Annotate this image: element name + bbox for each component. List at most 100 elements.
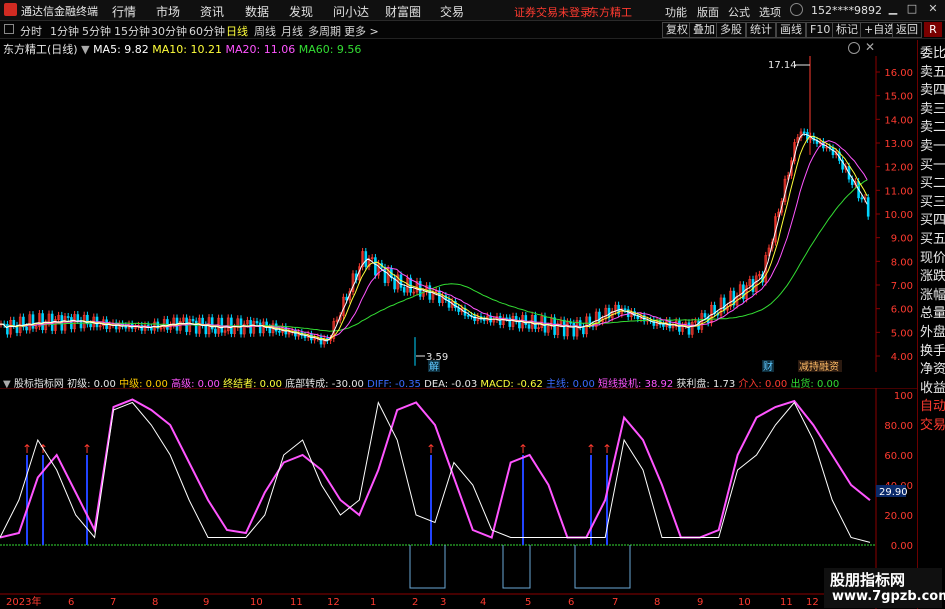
x-tick-17: 10 (738, 597, 751, 608)
gear-icon[interactable] (848, 42, 860, 54)
finance-marker[interactable]: 财 (763, 360, 773, 372)
panel-toggle-icon[interactable] (4, 24, 14, 34)
tab-1min[interactable]: 1分钟 (50, 23, 79, 39)
trade-login-warning[interactable]: 证券交易未登录 (514, 4, 591, 20)
sidebar-item-14[interactable]: 总量 (920, 306, 945, 322)
x-tick-16: 9 (697, 597, 703, 608)
sidebar-item-17[interactable]: 净资 (920, 362, 945, 378)
close-panel-icon[interactable]: ✕ (865, 40, 875, 54)
sidebar-item-4[interactable]: 卖二 (920, 120, 945, 136)
draw-line-button[interactable]: 画线 (776, 22, 806, 38)
tab-intraday[interactable]: 分时 (20, 23, 42, 39)
f10-button[interactable]: F10 (806, 22, 835, 38)
candle (76, 314, 80, 321)
candle (12, 320, 16, 326)
menu-function[interactable]: 功能 (665, 4, 687, 20)
unlock-marker[interactable]: 解 (429, 360, 439, 372)
signal-bar (42, 455, 44, 545)
signal-bar (86, 455, 88, 545)
indicator-chart[interactable]: 10080.0060.0040.0020.000.00 ↑↑↑↑↑↑↑ 29.9… (0, 388, 917, 609)
right-sidebar: 委比卖五卖四卖三卖二卖一买一买二买三买四买五现价涨跌涨幅总量外盘换手净资收益自动… (917, 40, 945, 609)
x-tick-15: 8 (654, 597, 660, 608)
back-button[interactable]: 返回 (892, 22, 922, 38)
r-badge[interactable]: R (924, 22, 942, 37)
sidebar-item-6[interactable]: 买一 (920, 158, 945, 174)
watermark-title: 股朋指标网 (830, 571, 906, 589)
sidebar-item-1[interactable]: 卖五 (920, 65, 945, 81)
x-tick-5: 10 (250, 597, 263, 608)
main-legend: 东方精工(日线) ▼ MA5: 9.82 MA10: 10.21 MA20: 1… (3, 41, 361, 57)
tab-weekly[interactable]: 周线 (254, 23, 276, 39)
period-toolbar: 分时 1分钟 5分钟 15分钟 30分钟 60分钟 日线 周线 月线 多周期 更… (0, 21, 945, 39)
sidebar-item-0[interactable]: 委比 (920, 46, 945, 62)
menu-wealth[interactable]: 财富圈 (385, 3, 421, 20)
candle (623, 308, 627, 311)
indicator-tick-4: 20.00 (884, 511, 913, 522)
sidebar-item-12[interactable]: 涨跌 (920, 269, 945, 285)
menu-data[interactable]: 数据 (245, 3, 269, 20)
mark-button[interactable]: 标记 (832, 22, 862, 38)
signal-bar (430, 455, 432, 545)
candle (278, 330, 281, 333)
tab-more[interactable]: 更多 > (344, 23, 379, 39)
sidebar-item-10[interactable]: 买五 (920, 232, 945, 248)
menu-market[interactable]: 市场 (156, 3, 180, 20)
sidebar-item-18[interactable]: 收益 (920, 381, 945, 397)
settings-icon[interactable]: ▼ (81, 43, 89, 56)
menu-news[interactable]: 资讯 (200, 3, 224, 20)
event-tags[interactable]: 减持融资 (799, 360, 839, 372)
sidebar-item-13[interactable]: 涨幅 (920, 288, 945, 304)
overlay-button[interactable]: 叠加 (689, 22, 719, 38)
tab-multi-period[interactable]: 多周期 (308, 23, 341, 39)
candle (860, 197, 864, 200)
close-icon[interactable]: ✕ (926, 2, 940, 16)
menu-discover[interactable]: 发现 (289, 3, 313, 20)
adjust-button[interactable]: 复权 (662, 22, 692, 38)
menu-formula[interactable]: 公式 (728, 4, 750, 20)
candle (473, 315, 476, 321)
sidebar-item-5[interactable]: 卖一 (920, 139, 945, 155)
sidebar-item-3[interactable]: 卖三 (920, 102, 945, 118)
tab-15min[interactable]: 15分钟 (114, 23, 150, 39)
menu-options[interactable]: 选项 (759, 4, 781, 20)
sidebar-item-20[interactable]: 交易 (920, 418, 945, 434)
multi-stock-button[interactable]: 多股 (716, 22, 746, 38)
tab-monthly[interactable]: 月线 (281, 23, 303, 39)
x-tick-12: 5 (525, 597, 531, 608)
signal-bar (26, 455, 28, 545)
sidebar-item-9[interactable]: 买四 (920, 213, 945, 229)
candle (41, 313, 44, 331)
x-tick-7: 12 (327, 597, 340, 608)
price-chart[interactable]: 16.00 15.00 14.00 13.00 12.00 11.00 10.00 9.00 8… (0, 56, 917, 372)
menu-trade[interactable]: 交易 (440, 3, 464, 20)
tab-60min[interactable]: 60分钟 (189, 23, 225, 39)
stock-name-link[interactable]: 东方精工 (588, 4, 632, 20)
price-tick-4: 12.00 (884, 163, 913, 174)
buy-arrow-icon: ↑ (426, 442, 436, 456)
candle (258, 322, 262, 334)
candle (438, 290, 441, 303)
candle (578, 320, 582, 328)
x-tick-2: 7 (110, 597, 116, 608)
menu-ask[interactable]: 问小达 (333, 3, 369, 20)
sidebar-item-16[interactable]: 换手 (920, 344, 945, 360)
tab-daily[interactable]: 日线 (226, 23, 248, 39)
stock-title: 东方精工(日线) (3, 43, 78, 56)
user-icon[interactable] (790, 3, 803, 16)
candle (527, 324, 531, 329)
sidebar-item-8[interactable]: 买三 (920, 195, 945, 211)
maximize-icon[interactable]: □ (905, 2, 919, 16)
candle (25, 326, 28, 331)
menu-layout[interactable]: 版面 (697, 4, 719, 20)
sidebar-item-11[interactable]: 现价 (920, 251, 945, 267)
sidebar-item-2[interactable]: 卖四 (920, 83, 945, 99)
menu-quotes[interactable]: 行情 (112, 3, 136, 20)
candle (703, 313, 707, 318)
tab-30min[interactable]: 30分钟 (151, 23, 187, 39)
statistics-button[interactable]: 统计 (746, 22, 776, 38)
minimize-icon[interactable]: ▁ (886, 2, 900, 16)
sidebar-item-15[interactable]: 外盘 (920, 325, 945, 341)
sidebar-item-19[interactable]: 自动 (920, 399, 945, 415)
sidebar-item-7[interactable]: 买二 (920, 176, 945, 192)
tab-5min[interactable]: 5分钟 (82, 23, 111, 39)
